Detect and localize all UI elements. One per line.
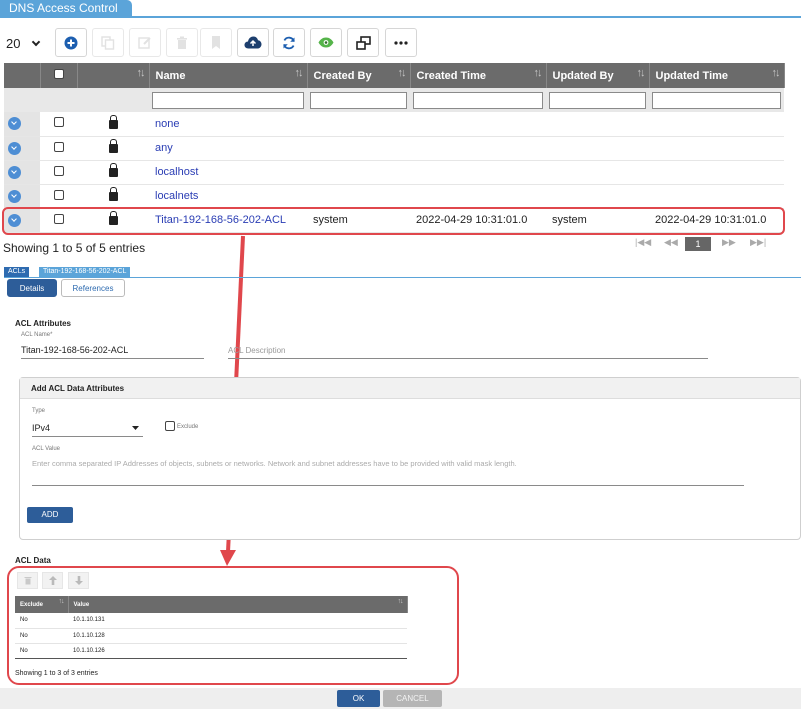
exclude-checkbox[interactable] bbox=[165, 421, 175, 431]
acl-data-highlight bbox=[7, 566, 459, 685]
acl-attributes-heading: ACL Attributes bbox=[15, 319, 71, 328]
acl-value-label: ACL Value bbox=[32, 446, 61, 452]
acl-name-field[interactable]: Titan-192-168-56-202-ACL bbox=[21, 345, 128, 355]
tab-references[interactable]: References bbox=[61, 279, 125, 297]
acl-value-input[interactable]: Enter comma separated IP Addresses of ob… bbox=[32, 459, 747, 468]
breadcrumb-root[interactable]: ACLs bbox=[4, 267, 30, 277]
acl-data-heading: ACL Data bbox=[15, 556, 51, 565]
ok-button[interactable]: OK bbox=[337, 690, 380, 707]
type-label: Type bbox=[32, 408, 46, 414]
cancel-button[interactable]: CANCEL bbox=[383, 690, 442, 707]
acl-name-label: ACL Name* bbox=[21, 332, 53, 338]
acl-description-field[interactable]: ACL Description bbox=[228, 346, 286, 355]
add-button[interactable]: ADD bbox=[27, 507, 73, 523]
add-acl-data-heading: Add ACL Data Attributes bbox=[20, 378, 800, 399]
type-select[interactable]: IPv4 bbox=[32, 423, 50, 433]
breadcrumb-current: Titan-192-168-56-202-ACL bbox=[39, 267, 131, 277]
exclude-label: Exclude bbox=[177, 424, 199, 430]
breadcrumb-divider bbox=[4, 277, 801, 278]
tab-details[interactable]: Details bbox=[7, 279, 57, 297]
chevron-down-icon bbox=[132, 426, 139, 430]
